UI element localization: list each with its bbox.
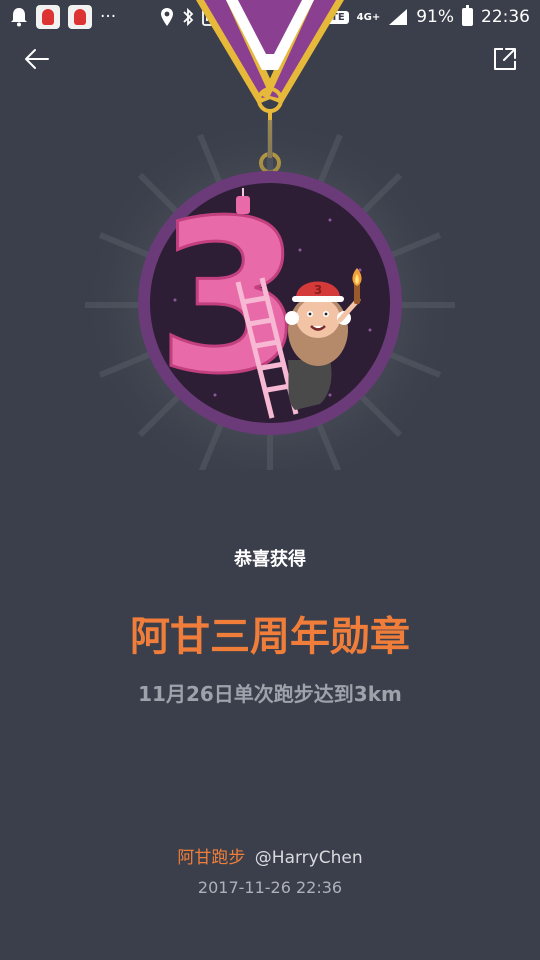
medal-description: 11月26日单次跑步达到3km bbox=[138, 682, 402, 706]
footer-timestamp: 2017-11-26 22:36 bbox=[197, 878, 343, 897]
medal-number: 3 bbox=[157, 175, 303, 420]
cap-number: 3 bbox=[314, 283, 322, 297]
footer-username: @HarryChen bbox=[254, 848, 363, 868]
medal-title: 阿甘三周年勋章 bbox=[130, 614, 410, 660]
footer-brand: 阿甘跑步 bbox=[177, 848, 246, 868]
congrats-label: 恭喜获得 bbox=[234, 549, 306, 570]
footer-attribution: 阿甘跑步 @HarryChen bbox=[0, 843, 540, 868]
medal-illustration: 3 3 bbox=[80, 0, 460, 470]
